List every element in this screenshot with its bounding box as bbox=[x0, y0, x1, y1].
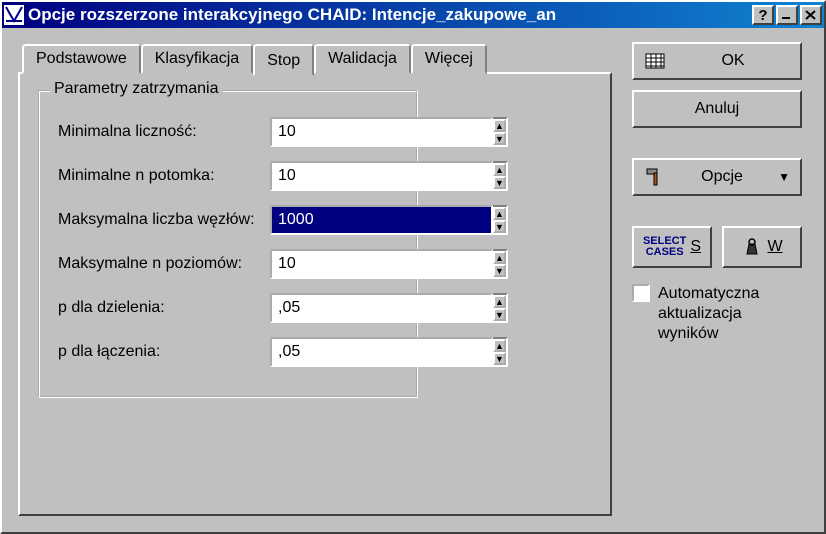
spin-down-icon[interactable]: ▼ bbox=[493, 220, 506, 233]
input-max-nodes[interactable] bbox=[270, 205, 493, 235]
auto-update-row: Automatyczna aktualizacja wyników bbox=[632, 284, 802, 344]
spin-up-icon[interactable]: ▲ bbox=[493, 163, 506, 176]
minimize-button[interactable] bbox=[776, 5, 798, 25]
weight-button[interactable]: W bbox=[722, 226, 802, 268]
tab-body: Parametry zatrzymania Minimalna liczność… bbox=[18, 72, 612, 516]
spin-min-count: ▲ ▼ bbox=[270, 117, 398, 147]
dialog-window: Opcje rozszerzone interakcyjnego CHAID: … bbox=[0, 0, 826, 534]
row-p-merge: p dla łączenia: ▲ ▼ bbox=[58, 334, 398, 370]
row-min-child: Minimalne n potomka: ▲ ▼ bbox=[58, 158, 398, 194]
tab-stop[interactable]: Stop bbox=[253, 44, 314, 76]
titlebar[interactable]: Opcje rozszerzone interakcyjnego CHAID: … bbox=[2, 2, 824, 28]
spin-min-child: ▲ ▼ bbox=[270, 161, 398, 191]
row-min-count: Minimalna liczność: ▲ ▼ bbox=[58, 114, 398, 150]
row-p-split: p dla dzielenia: ▲ ▼ bbox=[58, 290, 398, 326]
cancel-label: Anuluj bbox=[644, 100, 790, 118]
spin-up-icon[interactable]: ▲ bbox=[493, 119, 506, 132]
chevron-down-icon: ▼ bbox=[778, 170, 790, 184]
weight-icon bbox=[741, 236, 763, 258]
spin-max-nodes: ▲ ▼ bbox=[270, 205, 398, 235]
input-min-count[interactable] bbox=[270, 117, 493, 147]
label-max-nodes: Maksymalna liczba węzłów: bbox=[58, 210, 255, 230]
row-max-nodes: Maksymalna liczba węzłów: ▲ ▼ bbox=[58, 202, 398, 238]
spin-up-icon[interactable]: ▲ bbox=[493, 295, 506, 308]
label-p-split: p dla dzielenia: bbox=[58, 298, 165, 318]
window-title: Opcje rozszerzone interakcyjnego CHAID: … bbox=[28, 5, 750, 25]
spin-max-levels: ▲ ▼ bbox=[270, 249, 398, 279]
hammer-icon bbox=[644, 166, 666, 188]
tab-panel: Podstawowe Klasyfikacja Stop Walidacja W… bbox=[18, 40, 612, 520]
help-button[interactable]: ? bbox=[752, 5, 774, 25]
auto-update-label: Automatyczna aktualizacja wyników bbox=[658, 284, 802, 344]
app-icon bbox=[4, 5, 24, 25]
spin-down-icon[interactable]: ▼ bbox=[493, 176, 506, 189]
ok-label: OK bbox=[676, 52, 790, 70]
button-panel: OK Anuluj Opcje ▼ SELECTCASES S bbox=[632, 40, 802, 520]
spin-down-icon[interactable]: ▼ bbox=[493, 132, 506, 145]
auto-update-checkbox[interactable] bbox=[632, 284, 650, 302]
cancel-button[interactable]: Anuluj bbox=[632, 90, 802, 128]
label-p-merge: p dla łączenia: bbox=[58, 342, 160, 362]
options-button[interactable]: Opcje ▼ bbox=[632, 158, 802, 196]
title-buttons: ? bbox=[750, 5, 822, 25]
weight-hotkey: W bbox=[767, 238, 782, 256]
input-min-child[interactable] bbox=[270, 161, 493, 191]
group-legend: Parametry zatrzymania bbox=[50, 80, 223, 98]
toolbar-row: SELECTCASES S W bbox=[632, 226, 802, 268]
options-label: Opcje bbox=[676, 168, 768, 186]
select-cases-button[interactable]: SELECTCASES S bbox=[632, 226, 712, 268]
spin-up-icon[interactable]: ▲ bbox=[493, 339, 506, 352]
input-p-merge[interactable] bbox=[270, 337, 493, 367]
spin-down-icon[interactable]: ▼ bbox=[493, 308, 506, 321]
tab-klasyfikacja[interactable]: Klasyfikacja bbox=[141, 44, 253, 74]
label-min-child: Minimalne n potomka: bbox=[58, 166, 215, 186]
spin-up-icon[interactable]: ▲ bbox=[493, 207, 506, 220]
tab-strip: Podstawowe Klasyfikacja Stop Walidacja W… bbox=[22, 40, 612, 72]
close-button[interactable] bbox=[800, 5, 822, 25]
tab-walidacja[interactable]: Walidacja bbox=[314, 44, 411, 74]
spin-down-icon[interactable]: ▼ bbox=[493, 352, 506, 365]
tab-podstawowe[interactable]: Podstawowe bbox=[22, 44, 141, 74]
row-max-levels: Maksymalne n poziomów: ▲ ▼ bbox=[58, 246, 398, 282]
grid-icon bbox=[644, 50, 666, 72]
ok-button[interactable]: OK bbox=[632, 42, 802, 80]
client-area: Podstawowe Klasyfikacja Stop Walidacja W… bbox=[2, 28, 824, 532]
spin-up-icon[interactable]: ▲ bbox=[493, 251, 506, 264]
input-max-levels[interactable] bbox=[270, 249, 493, 279]
label-max-levels: Maksymalne n poziomów: bbox=[58, 254, 242, 274]
select-cases-hotkey: S bbox=[690, 238, 701, 256]
spin-p-merge: ▲ ▼ bbox=[270, 337, 398, 367]
tab-wiecej[interactable]: Więcej bbox=[411, 44, 487, 74]
input-p-split[interactable] bbox=[270, 293, 493, 323]
spin-p-split: ▲ ▼ bbox=[270, 293, 398, 323]
spin-down-icon[interactable]: ▼ bbox=[493, 264, 506, 277]
label-min-count: Minimalna liczność: bbox=[58, 122, 197, 142]
select-cases-icon: SELECTCASES bbox=[643, 236, 686, 258]
group-stop-params: Parametry zatrzymania Minimalna liczność… bbox=[38, 90, 418, 398]
